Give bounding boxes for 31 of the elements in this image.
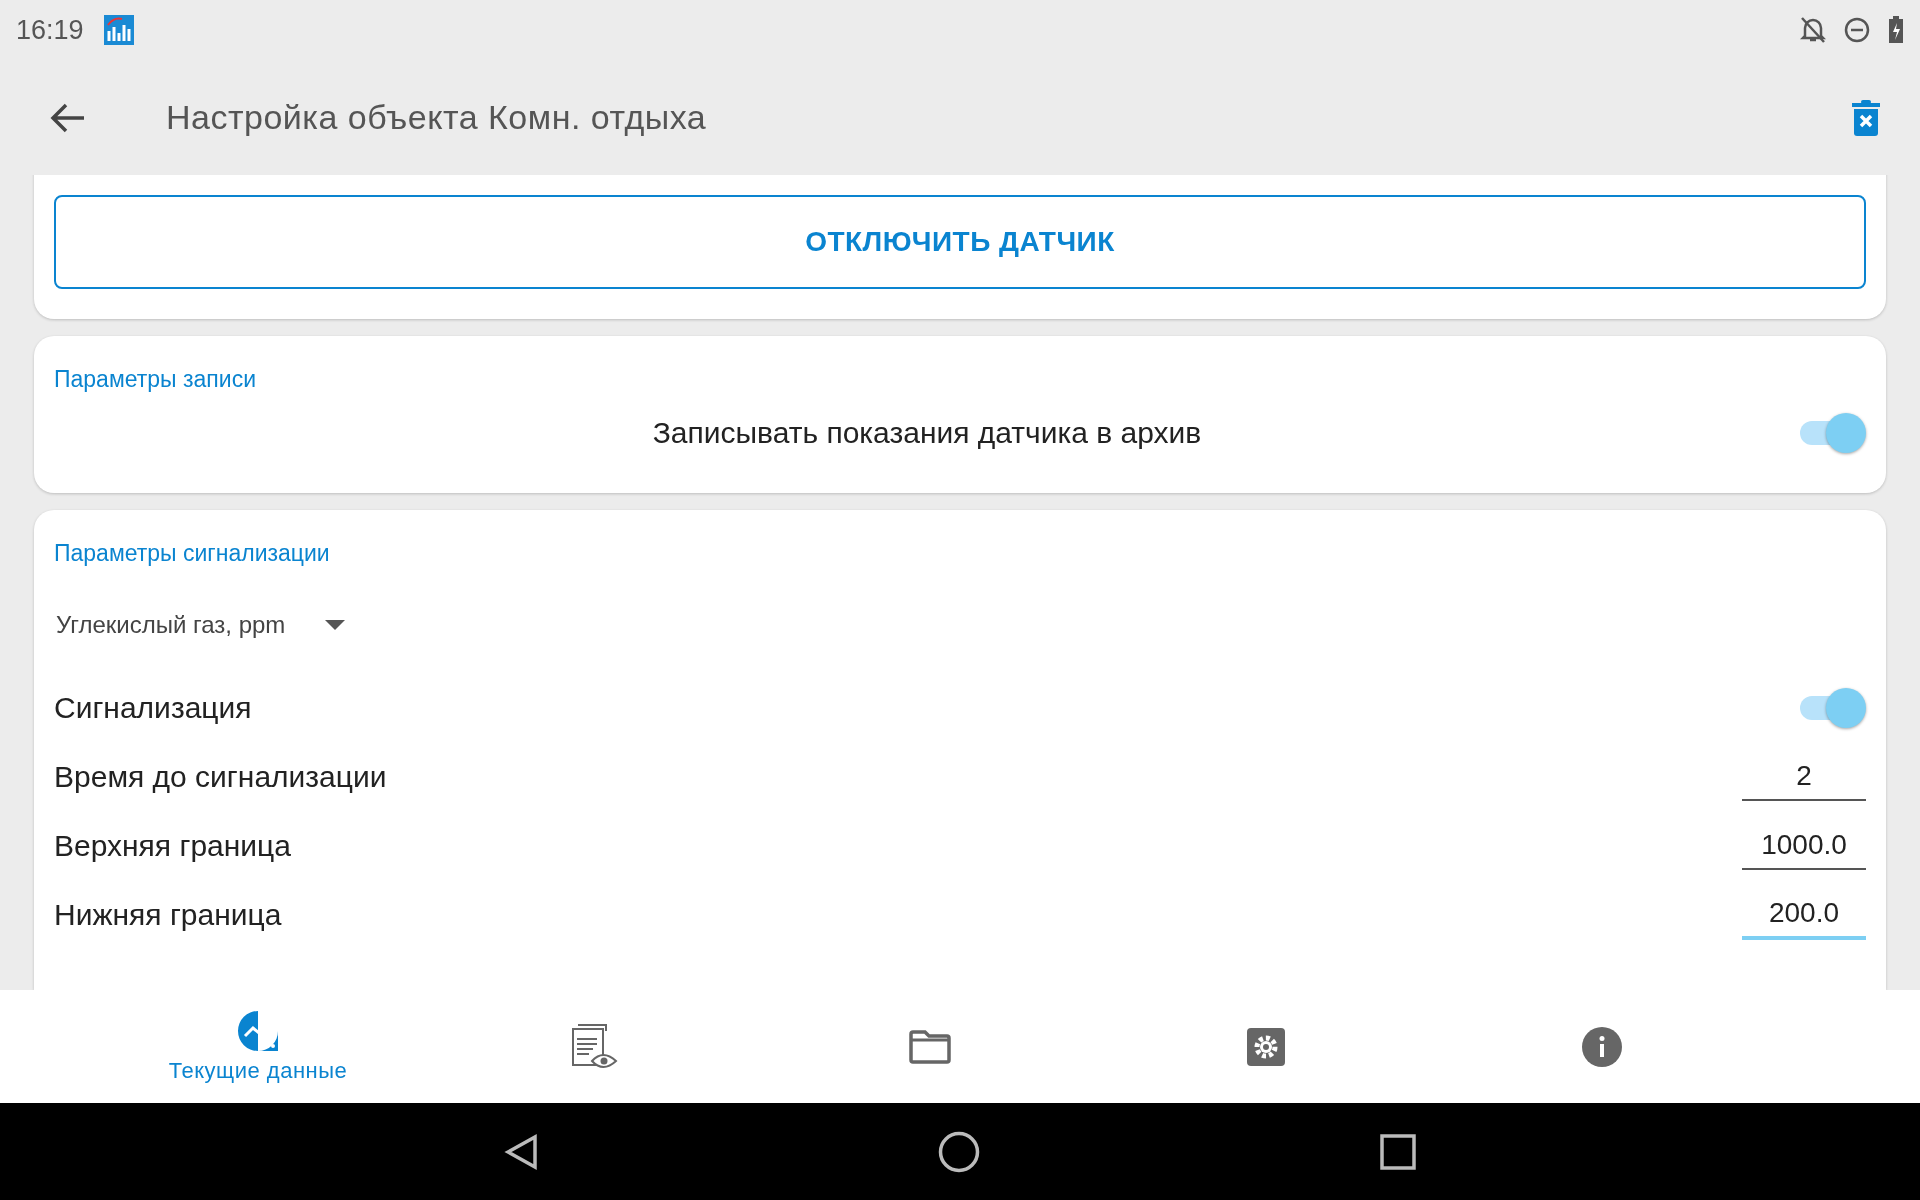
setting-label: Сигнализация [54, 690, 252, 725]
folder-icon [909, 1029, 951, 1064]
back-arrow-icon[interactable] [50, 101, 86, 134]
battery-charging-icon [1888, 16, 1904, 44]
number-field[interactable]: 2 [1742, 752, 1866, 801]
number-field[interactable]: 1000.0 [1742, 821, 1866, 870]
dropdown-caret-icon [325, 620, 346, 630]
setting-label: Время до сигнализации [54, 759, 387, 794]
toggle-switch[interactable] [1800, 413, 1866, 453]
disable-sensor-button[interactable]: ОТКЛЮЧИТЬ ДАТЧИК [54, 195, 1866, 289]
back-icon[interactable] [504, 1133, 538, 1170]
setting-label: Верхняя граница [54, 828, 291, 863]
document-eye-icon [570, 1022, 618, 1071]
do-not-disturb-icon [1844, 17, 1870, 43]
status-time: 16:19 [16, 14, 84, 46]
gas-dropdown[interactable]: Углекислый газ, ppm [56, 607, 346, 643]
recents-icon[interactable] [1380, 1133, 1416, 1170]
nav-tab[interactable]: Текущие данные [90, 990, 426, 1103]
number-field[interactable]: 200.0 [1742, 889, 1866, 940]
bell-off-icon [1800, 16, 1826, 44]
setting-label: Нижняя граница [54, 897, 282, 932]
home-icon[interactable] [938, 1130, 980, 1173]
settings-icon [1247, 1027, 1285, 1066]
info-icon [1582, 1026, 1622, 1067]
delete-icon[interactable] [1852, 99, 1880, 136]
app-icon [103, 15, 134, 45]
screen-title: Настройка объекта Комн. отдыха [166, 98, 708, 137]
setting-label: Записывать показания датчика в архив [651, 416, 1203, 450]
toggle-switch[interactable] [1800, 687, 1866, 728]
section-title: Параметры записи [54, 366, 256, 393]
section-title: Параметры сигнализации [54, 540, 330, 567]
